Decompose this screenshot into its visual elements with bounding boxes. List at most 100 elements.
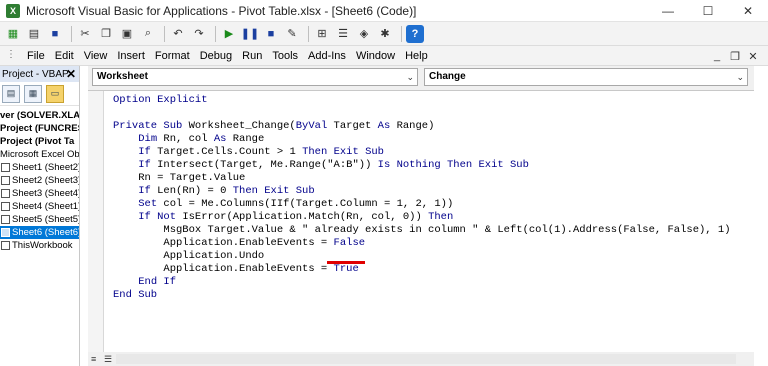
redo-icon[interactable]: ↷: [190, 25, 208, 43]
code-line[interactable]: Application.EnableEvents = True: [113, 263, 731, 276]
menu-tools[interactable]: Tools: [267, 50, 303, 62]
menu-help[interactable]: Help: [400, 50, 433, 62]
code-text-segment: [113, 211, 138, 223]
code-line[interactable]: If Len(Rn) = 0 Then Exit Sub: [113, 185, 731, 198]
horizontal-scrollbar[interactable]: [116, 354, 736, 364]
paste-icon[interactable]: ▣: [118, 25, 136, 43]
code-line[interactable]: Set col = Me.Columns(IIf(Target.Column =…: [113, 198, 731, 211]
code-text[interactable]: Option Explicit Private Sub Worksheet_Ch…: [113, 94, 731, 302]
chevron-down-icon[interactable]: ⌄: [406, 69, 414, 85]
menu-view[interactable]: View: [79, 50, 113, 62]
tree-item[interactable]: ThisWorkbook: [0, 239, 79, 252]
toolbar-separator: [308, 25, 309, 42]
procedure-dropdown[interactable]: Change ⌄: [424, 68, 748, 86]
code-line[interactable]: End Sub: [113, 289, 731, 302]
code-keyword: Then Exit Sub: [232, 185, 315, 197]
tree-item-label: ThisWorkbook: [12, 240, 73, 251]
tree-item[interactable]: Sheet6 (Sheet6): [0, 226, 79, 239]
menu-bar: ⋮ File Edit View Insert Format Debug Run…: [0, 46, 768, 66]
code-line[interactable]: Rn = Target.Value: [113, 172, 731, 185]
standard-toolbar: ▦ ▤ ■ ✂ ❐ ▣ ⌕ ↶ ↷ ▶ ❚❚ ■ ✎ ⊞ ☰ ◈ ✱ ?: [0, 22, 768, 46]
menu-add-ins[interactable]: Add-Ins: [303, 50, 351, 62]
find-icon[interactable]: ⌕: [139, 25, 157, 43]
toolbox-icon[interactable]: ✱: [376, 25, 394, 43]
code-keyword: If: [138, 185, 151, 197]
code-line[interactable]: MsgBox Target.Value & " already exists i…: [113, 224, 731, 237]
project-explorer-icon[interactable]: ⊞: [313, 25, 331, 43]
sheet-icon: [1, 228, 10, 237]
code-line[interactable]: If Target.Cells.Count > 1 Then Exit Sub: [113, 146, 731, 159]
object-dropdown[interactable]: Worksheet ⌄: [92, 68, 418, 86]
insert-module-icon[interactable]: ▤: [25, 25, 43, 43]
menu-format[interactable]: Format: [150, 50, 195, 62]
code-line[interactable]: End If: [113, 276, 731, 289]
margin-indicator-bar[interactable]: [88, 91, 104, 352]
tree-item-label: Sheet6 (Sheet6): [12, 227, 79, 238]
code-keyword: Then Exit Sub: [302, 146, 384, 158]
code-keyword: End Sub: [113, 289, 158, 301]
code-keyword: Then: [428, 211, 454, 223]
code-keyword: False: [333, 237, 366, 249]
procedure-view-icon[interactable]: ≡: [91, 354, 101, 364]
code-keyword: Dim: [138, 133, 158, 145]
excel-app-icon: X: [6, 3, 20, 18]
code-line[interactable]: Application.EnableEvents = False: [113, 237, 731, 250]
mdi-minimize-button[interactable]: _: [708, 50, 726, 62]
red-underline-annotation: [327, 261, 365, 264]
code-text-segment: Rn = Target.Value: [113, 172, 246, 184]
code-line[interactable]: [113, 107, 731, 120]
code-line[interactable]: If Not IsError(Application.Match(Rn, col…: [113, 211, 731, 224]
sheet-icon: [1, 241, 10, 250]
code-line[interactable]: If Intersect(Target, Me.Range("A:B")) Is…: [113, 159, 731, 172]
tree-item-label: Project (Pivot Ta: [0, 136, 75, 147]
copy-icon[interactable]: ❐: [97, 25, 115, 43]
break-icon[interactable]: ❚❚: [241, 25, 259, 43]
run-icon[interactable]: ▶: [220, 25, 238, 43]
save-icon[interactable]: ■: [46, 25, 64, 43]
code-line[interactable]: Dim Rn, col As Range: [113, 133, 731, 146]
mdi-close-button[interactable]: ✕: [744, 50, 762, 63]
tree-item[interactable]: Microsoft Excel Obje: [0, 148, 79, 161]
undo-icon[interactable]: ↶: [169, 25, 187, 43]
title-bar: X Microsoft Visual Basic for Application…: [0, 0, 768, 22]
code-line[interactable]: Option Explicit: [113, 94, 731, 107]
tree-item[interactable]: Sheet2 (Sheet3): [0, 174, 79, 187]
code-line[interactable]: Private Sub Worksheet_Change(ByVal Targe…: [113, 120, 731, 133]
object-browser-icon[interactable]: ◈: [355, 25, 373, 43]
menu-file[interactable]: File: [22, 50, 50, 62]
tree-item[interactable]: ver (SOLVER.XLAN: [0, 109, 79, 122]
cut-icon[interactable]: ✂: [76, 25, 94, 43]
code-line[interactable]: Application.Undo: [113, 250, 731, 263]
tree-item[interactable]: Project (FUNCRES: [0, 122, 79, 135]
full-module-view-icon[interactable]: ☰: [104, 354, 114, 364]
maximize-button[interactable]: ☐: [688, 0, 728, 22]
menu-run[interactable]: Run: [237, 50, 267, 62]
code-editor[interactable]: Option Explicit Private Sub Worksheet_Ch…: [88, 90, 754, 352]
view-object-icon[interactable]: ▦: [24, 84, 42, 103]
tree-item[interactable]: Sheet1 (Sheet2): [0, 161, 79, 174]
menu-insert[interactable]: Insert: [112, 50, 150, 62]
code-text-segment: IsError(Application.Match(Rn, col, 0)): [176, 211, 429, 223]
tree-item[interactable]: Sheet5 (Sheet5): [0, 213, 79, 226]
toggle-folders-icon[interactable]: ▭: [46, 84, 64, 103]
close-button[interactable]: ✕: [728, 0, 768, 22]
menu-edit[interactable]: Edit: [50, 50, 79, 62]
code-text-segment: MsgBox Target.Value & " already exists i…: [113, 224, 731, 236]
menu-debug[interactable]: Debug: [195, 50, 237, 62]
menu-window[interactable]: Window: [351, 50, 400, 62]
reset-icon[interactable]: ■: [262, 25, 280, 43]
chevron-down-icon[interactable]: ⌄: [736, 69, 744, 85]
view-excel-icon[interactable]: ▦: [4, 25, 22, 43]
design-mode-icon[interactable]: ✎: [283, 25, 301, 43]
minimize-button[interactable]: —: [648, 0, 688, 22]
view-code-icon[interactable]: ▤: [2, 84, 20, 103]
tree-item[interactable]: Sheet4 (Sheet1): [0, 200, 79, 213]
project-close-icon[interactable]: ✕: [64, 66, 78, 82]
help-icon[interactable]: ?: [406, 24, 424, 43]
code-text-segment: Target: [327, 120, 378, 132]
tree-item[interactable]: Project (Pivot Ta: [0, 135, 79, 148]
code-text-segment: [113, 185, 138, 197]
mdi-restore-button[interactable]: ❐: [726, 50, 744, 63]
properties-icon[interactable]: ☰: [334, 25, 352, 43]
tree-item[interactable]: Sheet3 (Sheet4): [0, 187, 79, 200]
